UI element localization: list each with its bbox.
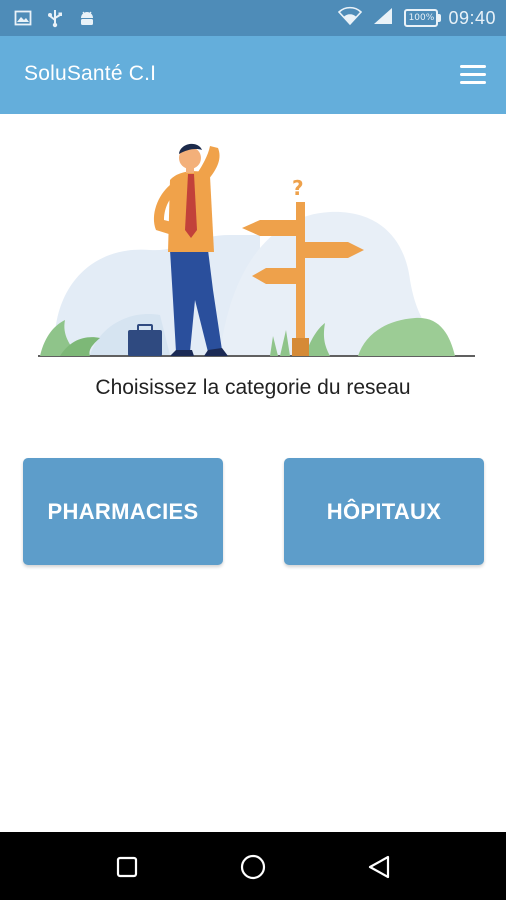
hamburger-menu-icon[interactable] <box>456 60 490 90</box>
app-bar: SoluSanté C.I <box>0 36 506 114</box>
image-icon <box>14 9 32 32</box>
status-notifications <box>14 8 96 33</box>
pharmacies-button[interactable]: PHARMACIES <box>23 458 223 565</box>
signal-icon <box>372 6 394 31</box>
svg-text:?: ? <box>292 176 304 200</box>
status-system-icons: 100% 09:40 <box>338 0 496 36</box>
navigation-bar <box>0 832 506 900</box>
home-icon[interactable] <box>236 850 270 884</box>
person-at-signpost-illustration: ? <box>30 140 480 365</box>
status-bar: 100% 09:40 <box>0 0 506 36</box>
battery-icon: 100% <box>404 9 442 27</box>
hopitaux-button[interactable]: HÔPITAUX <box>284 458 484 565</box>
recent-apps-icon[interactable] <box>110 850 144 884</box>
category-prompt: Choisissez la categorie du reseau <box>95 376 411 399</box>
battery-level: 100% <box>408 13 435 23</box>
wifi-icon <box>338 6 363 31</box>
app-title: SoluSanté C.I <box>24 62 157 85</box>
android-icon <box>78 9 96 32</box>
status-time: 09:40 <box>448 7 496 28</box>
back-icon[interactable] <box>362 850 396 884</box>
usb-icon <box>46 8 64 33</box>
